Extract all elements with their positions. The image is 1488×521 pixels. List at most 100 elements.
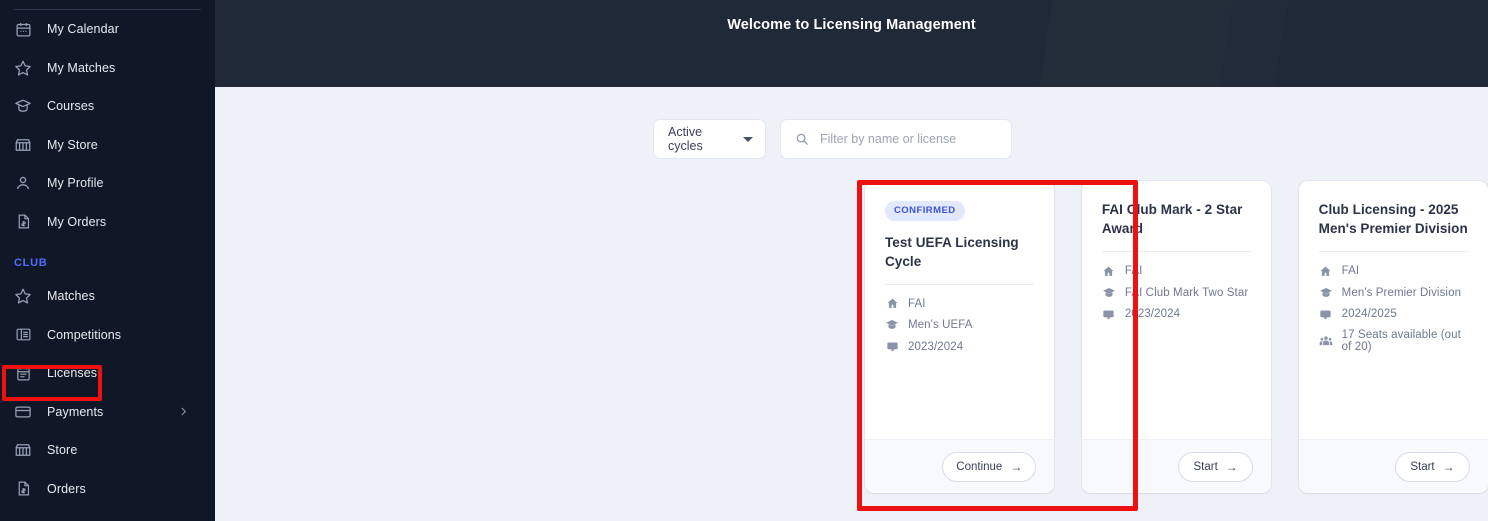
page-header: Welcome to Licensing Management	[215, 0, 1488, 87]
sidebar: My Calendar My Matches Courses My Store	[0, 0, 215, 521]
licensing-card[interactable]: FAI Club Mark - 2 Star Award FAI FAI Clu…	[1081, 181, 1272, 493]
card-meta-text: 17 Seats available (out of 20)	[1341, 328, 1461, 353]
cycle-filter-select[interactable]: Active cycles	[653, 119, 766, 159]
sidebar-item-matches[interactable]: Matches	[0, 277, 215, 316]
card-meta-text: FAI Club Mark Two Star	[1124, 286, 1249, 299]
chevron-down-icon	[743, 136, 753, 142]
sidebar-item-orders[interactable]: Orders	[0, 470, 215, 509]
card-body: FAI Club Mark - 2 Star Award FAI FAI Clu…	[1082, 181, 1271, 439]
sidebar-item-label: Orders	[47, 481, 86, 496]
main-area: Welcome to Licensing Management Active c…	[215, 0, 1488, 521]
sidebar-item-label: Store	[47, 443, 78, 458]
sidebar-item-label: Licenses	[47, 366, 98, 381]
sidebar-item-my-calendar[interactable]: My Calendar	[0, 10, 215, 49]
credit-card-icon	[14, 403, 32, 421]
sidebar-item-my-store[interactable]: My Store	[0, 126, 215, 165]
licensing-card[interactable]: Club Licensing - 2025 Men's Premier Divi…	[1298, 181, 1488, 493]
calendar-icon	[14, 20, 32, 38]
header-decor-band	[1034, 0, 1236, 87]
graduation-cap-icon	[1102, 286, 1116, 300]
card-meta-text: Men's Premier Division	[1341, 286, 1462, 299]
search-field-wrapper[interactable]	[780, 119, 1012, 159]
arrow-right-icon: →	[1225, 459, 1238, 474]
search-icon	[795, 132, 809, 146]
card-meta-row: FAI	[1102, 264, 1251, 278]
star-icon	[14, 59, 32, 77]
search-input[interactable]	[820, 132, 999, 146]
store-icon	[14, 441, 32, 459]
chevron-right-icon[interactable]	[178, 406, 189, 417]
home-icon	[1102, 264, 1116, 278]
card-meta-text: Men's UEFA	[908, 319, 973, 331]
page-title: Welcome to Licensing Management	[727, 17, 976, 33]
sidebar-item-my-matches[interactable]: My Matches	[0, 49, 215, 88]
start-button-label: Start	[1193, 460, 1218, 473]
card-meta-row: FAI	[885, 297, 1034, 311]
start-button[interactable]: Start →	[1394, 451, 1470, 482]
card-divider	[885, 283, 1035, 285]
sidebar-item-label: My Profile	[47, 176, 104, 191]
sidebar-item-label: Competitions	[47, 327, 122, 342]
sidebar-item-competitions[interactable]: Competitions	[0, 316, 215, 355]
card-body: CONFIRMED Test UEFA Licensing Cycle FAI	[865, 181, 1054, 439]
card-meta-row: 17 Seats available (out of 20)	[1319, 329, 1468, 353]
sidebar-item-label: My Calendar	[47, 22, 119, 37]
card-divider	[1318, 251, 1468, 252]
sidebar-item-label: Matches	[47, 289, 95, 304]
card-title: FAI Club Mark - 2 Star Award	[1101, 202, 1243, 236]
star-icon	[14, 287, 32, 305]
continue-button[interactable]: Continue →	[942, 451, 1037, 482]
sidebar-item-label: Payments	[47, 404, 104, 419]
card-title: Test UEFA Licensing Cycle	[885, 234, 1019, 269]
home-icon	[1319, 264, 1333, 278]
licensing-cards-list: CONFIRMED Test UEFA Licensing Cycle FAI	[215, 159, 1488, 493]
card-meta-row: 2023/2024	[885, 340, 1034, 354]
list-icon	[14, 326, 32, 344]
card-meta-text: 2024/2025	[1341, 308, 1397, 320]
sidebar-item-licenses[interactable]: Licenses	[0, 354, 215, 393]
card-body: Club Licensing - 2025 Men's Premier Divi…	[1299, 181, 1488, 439]
licensing-card[interactable]: CONFIRMED Test UEFA Licensing Cycle FAI	[865, 181, 1055, 493]
card-footer: Start →	[1298, 439, 1488, 493]
arrow-right-icon: →	[1442, 459, 1455, 474]
sidebar-item-my-profile[interactable]: My Profile	[0, 164, 215, 203]
store-icon	[14, 136, 32, 154]
message-icon	[885, 340, 899, 354]
start-button[interactable]: Start →	[1178, 451, 1254, 482]
message-icon	[1319, 307, 1333, 321]
card-footer: Continue →	[865, 439, 1055, 493]
sidebar-item-courses[interactable]: Courses	[0, 87, 215, 126]
home-icon	[885, 297, 899, 311]
card-meta-text: FAI	[1124, 265, 1143, 277]
card-divider	[1101, 251, 1252, 252]
card-meta-row: Men's Premier Division	[1319, 286, 1468, 300]
arrow-right-icon: →	[1010, 459, 1023, 474]
card-meta-row: 2023/2024	[1102, 307, 1251, 321]
filters-toolbar: Active cycles	[215, 87, 1488, 159]
page-content: Active cycles CONFIRMED Test UEFA Licens…	[215, 87, 1488, 493]
card-title: Club Licensing - 2025 Men's Premier Divi…	[1318, 202, 1468, 236]
start-button-label: Start	[1410, 460, 1435, 473]
continue-button-label: Continue	[956, 460, 1003, 473]
graduation-cap-icon	[1319, 286, 1333, 300]
card-meta-text: 2023/2024	[908, 340, 964, 353]
card-meta-row: FAI	[1319, 264, 1468, 278]
card-meta-text: FAI	[908, 297, 926, 310]
sidebar-item-label: Courses	[47, 99, 95, 114]
sidebar-section-club: CLUB	[14, 257, 48, 269]
graduation-cap-icon	[14, 97, 32, 115]
people-icon	[1319, 334, 1333, 348]
sidebar-item-my-orders[interactable]: My Orders	[0, 203, 215, 242]
sidebar-item-label: My Matches	[47, 60, 116, 75]
sidebar-item-label: My Orders	[47, 214, 107, 229]
invoice-icon	[14, 213, 32, 231]
license-calendar-icon	[14, 364, 32, 382]
card-meta-row: FAI Club Mark Two Star	[1102, 286, 1251, 300]
sidebar-item-label: My Store	[47, 137, 98, 152]
card-meta-row: 2024/2025	[1319, 307, 1468, 321]
sidebar-item-store[interactable]: Store	[0, 431, 215, 470]
cycle-filter-label: Active cycles	[668, 125, 703, 153]
card-meta-text: 2023/2024	[1124, 308, 1181, 320]
sidebar-item-payments[interactable]: Payments	[0, 393, 215, 432]
invoice-icon	[14, 480, 32, 498]
